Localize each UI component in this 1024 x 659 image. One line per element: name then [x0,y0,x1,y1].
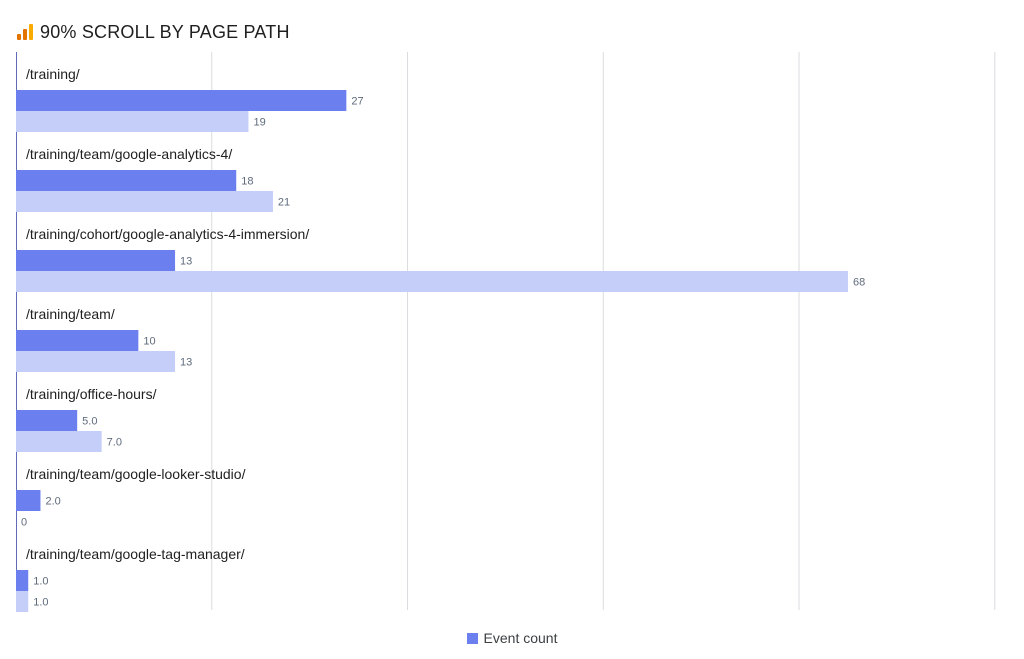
data-label: 2.0 [45,496,60,508]
bar-chart: /training/27 19/training/team/google-anal… [16,52,996,612]
data-label: 21 [278,197,290,209]
category-label: /training/ [26,66,80,82]
legend-label[interactable]: Event count [484,630,558,646]
bar [16,570,29,591]
bar [16,591,29,612]
category-label: /training/team/ [26,306,115,322]
data-label: 27 [351,96,363,108]
category-label: /training/cohort/google-analytics-4-imme… [26,226,309,242]
data-label: 10 [143,336,155,348]
bar [16,431,102,452]
data-label: 18 [241,176,253,188]
bar [16,330,139,351]
data-label: 0 [21,517,27,529]
category-label: /training/team/google-tag-manager/ [26,546,245,562]
bar [16,490,41,511]
chart-legend: Event count [0,630,1024,646]
data-label: 13 [180,357,192,369]
data-label: 19 [253,117,265,129]
data-label: 68 [853,277,865,289]
bar [16,410,78,431]
bar [16,250,176,271]
bar [16,90,347,111]
legend-swatch [466,632,478,644]
data-label: 1.0 [33,576,48,588]
data-label: 5.0 [82,416,97,428]
bar [16,191,273,212]
category-label: /training/team/google-looker-studio/ [26,466,246,482]
category-label: /training/office-hours/ [26,386,157,402]
data-label: 13 [180,256,192,268]
category-label: /training/team/google-analytics-4/ [26,146,232,162]
bar [16,111,249,132]
data-label: 7.0 [107,437,122,449]
bar [16,170,237,191]
bar [16,351,176,372]
bar [16,271,848,292]
data-label: 1.0 [33,597,48,609]
